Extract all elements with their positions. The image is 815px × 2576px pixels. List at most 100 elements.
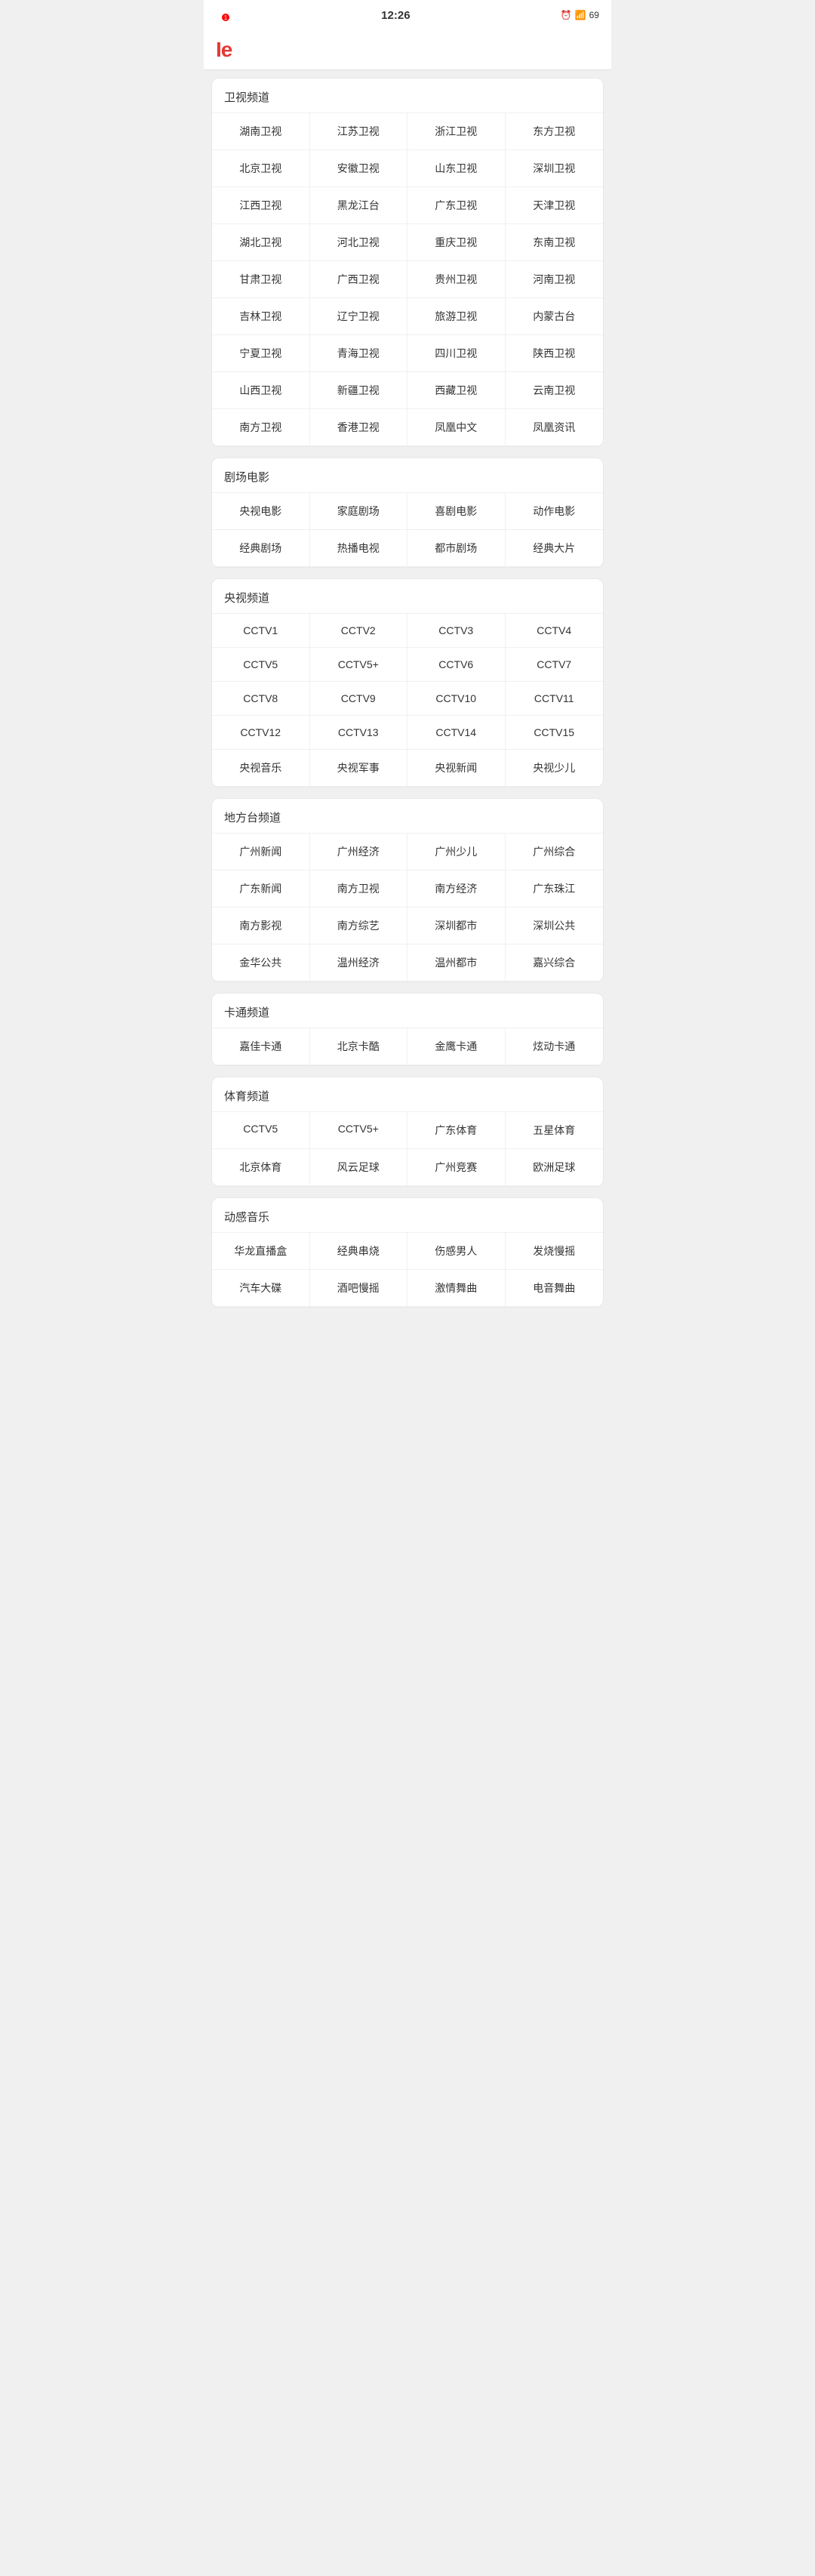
channel-cell[interactable]: 南方影视 [212, 907, 310, 944]
channel-cell[interactable]: 黑龙江台 [310, 187, 408, 224]
channel-cell[interactable]: CCTV10 [408, 682, 506, 716]
channel-cell[interactable]: 发烧慢摇 [506, 1233, 604, 1270]
channel-cell[interactable]: CCTV4 [506, 614, 604, 648]
channel-cell[interactable]: 家庭剧场 [310, 493, 408, 530]
channel-cell[interactable]: 南方经济 [408, 870, 506, 907]
channel-cell[interactable]: 央视军事 [310, 750, 408, 787]
channel-cell[interactable]: 宁夏卫视 [212, 335, 310, 372]
channel-cell[interactable]: 喜剧电影 [408, 493, 506, 530]
channel-cell[interactable]: CCTV15 [506, 716, 604, 750]
channel-cell[interactable]: 酒吧慢摇 [310, 1270, 408, 1307]
channel-cell[interactable]: 广东体育 [408, 1112, 506, 1149]
channel-cell[interactable]: 内蒙古台 [506, 298, 604, 335]
channel-cell[interactable]: 江西卫视 [212, 187, 310, 224]
channel-cell[interactable]: 汽车大碟 [212, 1270, 310, 1307]
channel-cell[interactable]: 辽宁卫视 [310, 298, 408, 335]
channel-cell[interactable]: 欧洲足球 [506, 1149, 604, 1186]
channel-cell[interactable]: 热播电视 [310, 530, 408, 567]
channel-cell[interactable]: 新疆卫视 [310, 372, 408, 409]
channel-cell[interactable]: CCTV5 [212, 648, 310, 682]
channel-cell[interactable]: 西藏卫视 [408, 372, 506, 409]
channel-cell[interactable]: 凤凰资讯 [506, 409, 604, 446]
channel-cell[interactable]: 青海卫视 [310, 335, 408, 372]
channel-cell[interactable]: 广州竞赛 [408, 1149, 506, 1186]
channel-cell[interactable]: 南方综艺 [310, 907, 408, 944]
channel-cell[interactable]: 温州都市 [408, 944, 506, 981]
channel-cell[interactable]: 山西卫视 [212, 372, 310, 409]
channel-cell[interactable]: CCTV6 [408, 648, 506, 682]
channel-cell[interactable]: 深圳公共 [506, 907, 604, 944]
channel-cell[interactable]: 北京卡酷 [310, 1028, 408, 1065]
channel-cell[interactable]: 湖南卫视 [212, 113, 310, 150]
channel-cell[interactable]: 广州经济 [310, 834, 408, 870]
channel-cell[interactable]: 深圳卫视 [506, 150, 604, 187]
channel-cell[interactable]: 广东新闻 [212, 870, 310, 907]
channel-cell[interactable]: 广州综合 [506, 834, 604, 870]
channel-cell[interactable]: 激情舞曲 [408, 1270, 506, 1307]
channel-cell[interactable]: CCTV9 [310, 682, 408, 716]
channel-cell[interactable]: 广西卫视 [310, 261, 408, 298]
channel-cell[interactable]: 央视少儿 [506, 750, 604, 787]
channel-cell[interactable]: 云南卫视 [506, 372, 604, 409]
channel-cell[interactable]: 嘉佳卡通 [212, 1028, 310, 1065]
channel-cell[interactable]: 浙江卫视 [408, 113, 506, 150]
channel-cell[interactable]: 电音舞曲 [506, 1270, 604, 1307]
channel-cell[interactable]: 风云足球 [310, 1149, 408, 1186]
channel-cell[interactable]: 吉林卫视 [212, 298, 310, 335]
channel-cell[interactable]: 金鹰卡通 [408, 1028, 506, 1065]
channel-cell[interactable]: 东南卫视 [506, 224, 604, 261]
channel-cell[interactable]: 北京体育 [212, 1149, 310, 1186]
channel-cell[interactable]: CCTV5 [212, 1112, 310, 1149]
channel-cell[interactable]: 央视新闻 [408, 750, 506, 787]
channel-cell[interactable]: 炫动卡通 [506, 1028, 604, 1065]
channel-cell[interactable]: 经典大片 [506, 530, 604, 567]
channel-cell[interactable]: 香港卫视 [310, 409, 408, 446]
channel-cell[interactable]: 凤凰中文 [408, 409, 506, 446]
channel-cell[interactable]: 央视电影 [212, 493, 310, 530]
channel-cell[interactable]: 金华公共 [212, 944, 310, 981]
channel-cell[interactable]: CCTV2 [310, 614, 408, 648]
channel-cell[interactable]: 重庆卫视 [408, 224, 506, 261]
channel-cell[interactable]: CCTV13 [310, 716, 408, 750]
channel-cell[interactable]: 央视音乐 [212, 750, 310, 787]
channel-cell[interactable]: 都市剧场 [408, 530, 506, 567]
channel-cell[interactable]: 伤感男人 [408, 1233, 506, 1270]
channel-cell[interactable]: CCTV12 [212, 716, 310, 750]
channel-cell[interactable]: 天津卫视 [506, 187, 604, 224]
channel-cell[interactable]: 五星体育 [506, 1112, 604, 1149]
channel-cell[interactable]: 河北卫视 [310, 224, 408, 261]
channel-cell[interactable]: 经典串烧 [310, 1233, 408, 1270]
channel-cell[interactable]: CCTV7 [506, 648, 604, 682]
channel-cell[interactable]: 河南卫视 [506, 261, 604, 298]
channel-cell[interactable]: 广东珠江 [506, 870, 604, 907]
channel-cell[interactable]: CCTV11 [506, 682, 604, 716]
channel-cell[interactable]: 南方卫视 [212, 409, 310, 446]
channel-cell[interactable]: 安徽卫视 [310, 150, 408, 187]
channel-cell[interactable]: 北京卫视 [212, 150, 310, 187]
channel-cell[interactable]: CCTV5+ [310, 648, 408, 682]
channel-cell[interactable]: 山东卫视 [408, 150, 506, 187]
channel-cell[interactable]: CCTV1 [212, 614, 310, 648]
channel-cell[interactable]: 甘肃卫视 [212, 261, 310, 298]
channel-cell[interactable]: 湖北卫视 [212, 224, 310, 261]
channel-cell[interactable]: 深圳都市 [408, 907, 506, 944]
channel-cell[interactable]: CCTV14 [408, 716, 506, 750]
channel-cell[interactable]: CCTV5+ [310, 1112, 408, 1149]
channel-cell[interactable]: 嘉兴综合 [506, 944, 604, 981]
channel-cell[interactable]: 旅游卫视 [408, 298, 506, 335]
channel-cell[interactable]: 江苏卫视 [310, 113, 408, 150]
channel-cell[interactable]: 动作电影 [506, 493, 604, 530]
channel-cell[interactable]: 广东卫视 [408, 187, 506, 224]
channel-cell[interactable]: 四川卫视 [408, 335, 506, 372]
channel-cell[interactable]: 广州少儿 [408, 834, 506, 870]
channel-cell[interactable]: 贵州卫视 [408, 261, 506, 298]
channel-cell[interactable]: CCTV8 [212, 682, 310, 716]
channel-cell[interactable]: 东方卫视 [506, 113, 604, 150]
channel-cell[interactable]: 陕西卫视 [506, 335, 604, 372]
channel-cell[interactable]: 温州经济 [310, 944, 408, 981]
channel-cell[interactable]: 广州新闻 [212, 834, 310, 870]
channel-cell[interactable]: 南方卫视 [310, 870, 408, 907]
channel-cell[interactable]: CCTV3 [408, 614, 506, 648]
channel-cell[interactable]: 经典剧场 [212, 530, 310, 567]
channel-cell[interactable]: 华龙直播盒 [212, 1233, 310, 1270]
